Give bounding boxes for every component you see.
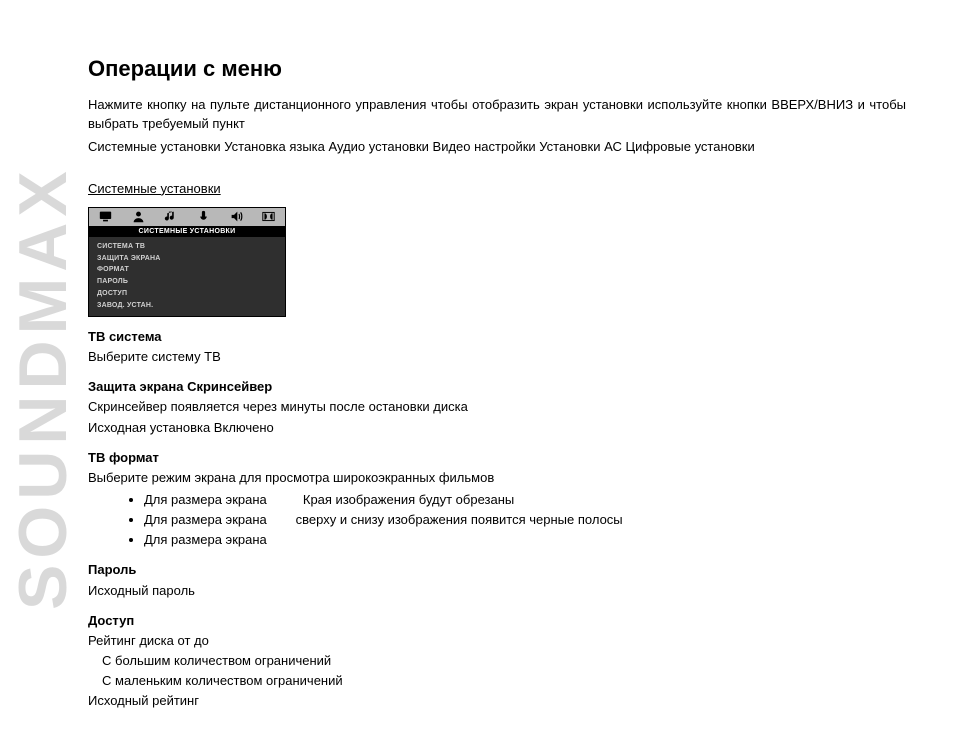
system-settings-heading: Системные установки	[88, 179, 906, 199]
screenshot-item: ФОРМАТ	[97, 264, 285, 276]
screenshot-item: ЗАЩИТА ЭКРАНА	[97, 253, 285, 265]
dolby-icon	[252, 210, 285, 223]
access-label: Доступ	[88, 611, 906, 631]
access-sub-2: С маленьким количеством ограничений	[88, 671, 906, 691]
bullet-b: Края изображения будут обрезаны	[303, 492, 514, 507]
access-line-2: Исходный рейтинг	[88, 691, 906, 711]
screenshot-item: СИСТЕМА ТВ	[97, 241, 285, 253]
list-item: Для размера экрана сверху и снизу изобра…	[144, 510, 906, 530]
tv-system-line: Выберите систему ТВ	[88, 347, 906, 367]
tv-format-label: ТВ формат	[88, 448, 906, 468]
music-icon	[154, 210, 187, 223]
tv-system-label: ТВ система	[88, 327, 906, 347]
password-line: Исходный пароль	[88, 581, 906, 601]
monitor-icon	[89, 210, 122, 223]
screensaver-line-2: Исходная установка Включено	[88, 418, 906, 438]
tv-format-bullets: Для размера экрана Края изображения буду…	[88, 490, 906, 550]
tv-format-line: Выберите режим экрана для просмотра широ…	[88, 468, 906, 488]
bullet-a: Для размера экрана	[144, 512, 267, 527]
page: SOUNDMAX Операции с меню Нажмите кнопку …	[0, 0, 954, 751]
list-item: Для размера экрана Края изображения буду…	[144, 490, 906, 510]
intro-paragraph-2: Системные установки Установка языка Ауди…	[88, 138, 906, 157]
screenshot-header: СИСТЕМНЫЕ УСТАНОВКИ	[89, 226, 285, 237]
screenshot-item: ДОСТУП	[97, 288, 285, 300]
screensaver-line-1: Скринсейвер появляется через минуты посл…	[88, 397, 906, 417]
screenshot-item: ЗАВОД. УСТАН.	[97, 300, 285, 312]
screenshot-items: СИСТЕМА ТВ ЗАЩИТА ЭКРАНА ФОРМАТ ПАРОЛЬ Д…	[89, 237, 285, 316]
speaker-icon	[220, 210, 253, 223]
intro-paragraph-1: Нажмите кнопку на пульте дистанционного …	[88, 96, 906, 134]
password-label: Пароль	[88, 560, 906, 580]
bullet-b: сверху и снизу изображения появится черн…	[296, 512, 623, 527]
access-sub-1: С большим количеством ограничений	[88, 651, 906, 671]
person-icon	[122, 210, 155, 223]
mic-icon	[187, 210, 220, 223]
list-item: Для размера экрана	[144, 530, 906, 550]
bullet-a: Для размера экрана	[144, 492, 267, 507]
access-line-1: Рейтинг диска от до	[88, 631, 906, 651]
screenshot-item: ПАРОЛЬ	[97, 276, 285, 288]
settings-screenshot: СИСТЕМНЫЕ УСТАНОВКИ СИСТЕМА ТВ ЗАЩИТА ЭК…	[88, 207, 286, 317]
bullet-a: Для размера экрана	[144, 532, 267, 547]
screensaver-label: Защита экрана Скринсейвер	[88, 377, 906, 397]
brand-logo: SOUNDMAX	[4, 165, 82, 610]
page-title: Операции с меню	[88, 56, 906, 82]
screenshot-iconbar	[89, 208, 285, 226]
